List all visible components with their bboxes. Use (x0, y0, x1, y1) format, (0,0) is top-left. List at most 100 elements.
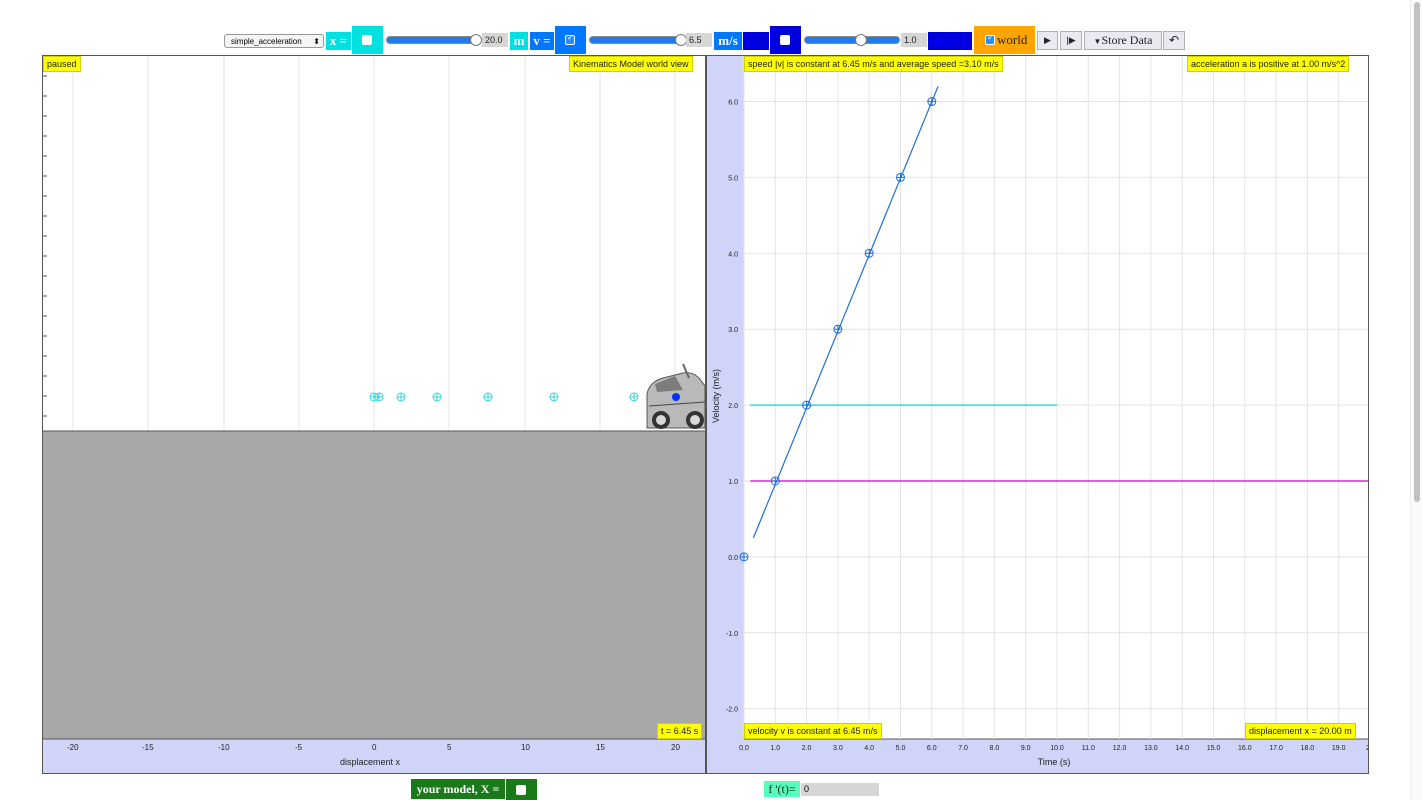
scrollbar-thumb[interactable] (1414, 2, 1420, 502)
a-toggle[interactable] (770, 26, 801, 54)
play-icon: ▶ (1044, 35, 1051, 45)
reset-button[interactable]: ↶ (1163, 31, 1185, 50)
x-tick-label: 3.0 (833, 745, 843, 752)
a-slider[interactable] (804, 36, 900, 44)
world-x-tick: -20 (67, 743, 79, 752)
data-marker (802, 400, 812, 410)
y-tick-label: 6.0 (728, 100, 738, 107)
y-tick-label: 0.0 (728, 555, 738, 562)
x-checkbox[interactable] (362, 35, 372, 45)
a-unit: m/s^2 (928, 32, 972, 50)
acceleration-readout: acceleration a is positive at 1.00 m/s^2 (1187, 56, 1350, 72)
world-status: paused (43, 56, 81, 72)
x-tick-label: 18.0 (1301, 745, 1315, 752)
data-marker (833, 324, 843, 334)
x-tick-label: 7.0 (958, 745, 968, 752)
page-scrollbar[interactable] (1410, 0, 1422, 800)
model-toggle[interactable] (506, 779, 537, 800)
x-tick-label: 12.0 (1113, 745, 1127, 752)
model-select-value: simple_acceleration (231, 37, 302, 46)
x-tick-label: 0.0 (739, 745, 749, 752)
world-x-tick: -15 (142, 743, 154, 752)
x-tick-label: 5.0 (896, 745, 906, 752)
trail-marker (549, 392, 559, 402)
trail-marker (432, 392, 442, 402)
data-marker (896, 172, 905, 182)
x-toggle[interactable] (352, 26, 383, 54)
play-button[interactable]: ▶ (1037, 31, 1058, 50)
step-button[interactable]: |▶ (1060, 31, 1082, 50)
x-tick-label: 9.0 (1021, 745, 1031, 752)
trail-marker (629, 392, 639, 402)
world-x-axis-label: displacement x (340, 757, 401, 767)
a-value[interactable]: 1.0 (901, 33, 927, 47)
world-toggle[interactable]: ✓ world (974, 26, 1035, 54)
x-value[interactable]: 20.0 (482, 33, 508, 47)
world-x-tick: 0 (372, 743, 377, 752)
world-x-tick: 20 (671, 743, 680, 752)
data-marker (770, 476, 780, 486)
series-line (752, 86, 939, 539)
v-slider[interactable] (589, 36, 685, 44)
trail-markers (369, 392, 639, 402)
y-axis-label: Velocity (m/s) (711, 369, 721, 423)
world-x-tick: -5 (295, 743, 303, 752)
derivative-input[interactable]: 0 (801, 783, 879, 796)
world-x-tick: -10 (218, 743, 230, 752)
store-data-label: Store Data (1101, 33, 1153, 47)
x-unit: m (510, 32, 528, 50)
world-x-tick: 15 (596, 743, 605, 752)
trail-marker (374, 392, 384, 402)
a-slider-handle[interactable] (855, 34, 867, 46)
x-tick-label: 14.0 (1175, 745, 1189, 752)
y-tick-label: 3.0 (728, 327, 738, 334)
x-tick-label: 4.0 (864, 745, 874, 752)
store-data-button[interactable]: ▼Store Data (1084, 31, 1162, 50)
x-tick-label: 19.0 (1332, 745, 1346, 752)
world-grid (72, 56, 676, 431)
x-tick-label: 10.0 (1050, 745, 1064, 752)
world-view-canvas (43, 56, 705, 773)
data-marker (739, 552, 749, 562)
step-forward-icon: |▶ (1066, 35, 1076, 45)
trail-marker (396, 392, 406, 402)
y-tick-label: -1.0 (726, 631, 738, 638)
x-tick-label: 15.0 (1207, 745, 1221, 752)
v-toggle[interactable]: ✓ (555, 26, 586, 54)
graph-panel[interactable]: 0.0 1.0 2.0 3.0 4.0 5.0 6.0 7.0 8.0 9.0 10.0 11.0 12… (706, 55, 1369, 774)
speed-readout: speed |v| is constant at 6.45 m/s and av… (744, 56, 1003, 72)
check-icon: ✓ (567, 33, 574, 42)
world-x-tick: 10 (521, 743, 530, 752)
x-tick-label: 6.0 (927, 745, 937, 752)
x-slider-handle[interactable] (470, 34, 482, 46)
v-checkbox[interactable]: ✓ (565, 33, 575, 45)
x-tick-label: 11.0 (1082, 745, 1095, 752)
world-checkbox[interactable]: ✓ (985, 33, 995, 45)
x-tick-label: 16.0 (1238, 745, 1252, 752)
model-checkbox[interactable] (516, 785, 526, 795)
world-x-tick: 5 (447, 743, 452, 752)
x-slider[interactable] (386, 36, 482, 44)
check-icon: ✓ (987, 33, 994, 42)
y-tick-label: 4.0 (728, 251, 738, 258)
data-marker (864, 248, 874, 258)
v-label: v = (530, 32, 554, 50)
x-label: x = (326, 32, 351, 50)
reset-icon: ↶ (1168, 33, 1180, 47)
car-position-dot[interactable] (672, 393, 680, 401)
world-label: world (997, 32, 1028, 47)
trail-marker (483, 392, 493, 402)
x-tick-label: 8.0 (990, 745, 1000, 752)
y-tick-label: 5.0 (728, 175, 738, 182)
world-view-panel[interactable]: paused Kinematics Model world view t = 6… (42, 55, 706, 774)
velocity-time-graph[interactable]: 0.0 1.0 2.0 3.0 4.0 5.0 6.0 7.0 8.0 9.0 10.0 11.0 12… (707, 56, 1369, 774)
model-select[interactable]: simple_acceleration ⬍ (224, 34, 324, 48)
graph-ticks: 0.0 1.0 2.0 3.0 4.0 5.0 6.0 7.0 8.0 9.0 10.0 11.0 12… (726, 100, 1368, 752)
y-tick-label: 2.0 (728, 403, 738, 410)
a-checkbox[interactable] (780, 35, 790, 45)
v-value[interactable]: 6.5 (686, 33, 712, 47)
x-tick-label: 17.0 (1269, 745, 1283, 752)
displacement-readout: displacement x = 20.00 m (1245, 723, 1356, 739)
v-unit: m/s (714, 32, 742, 50)
velocity-readout: velocity v is constant at 6.45 m/s (744, 723, 882, 739)
